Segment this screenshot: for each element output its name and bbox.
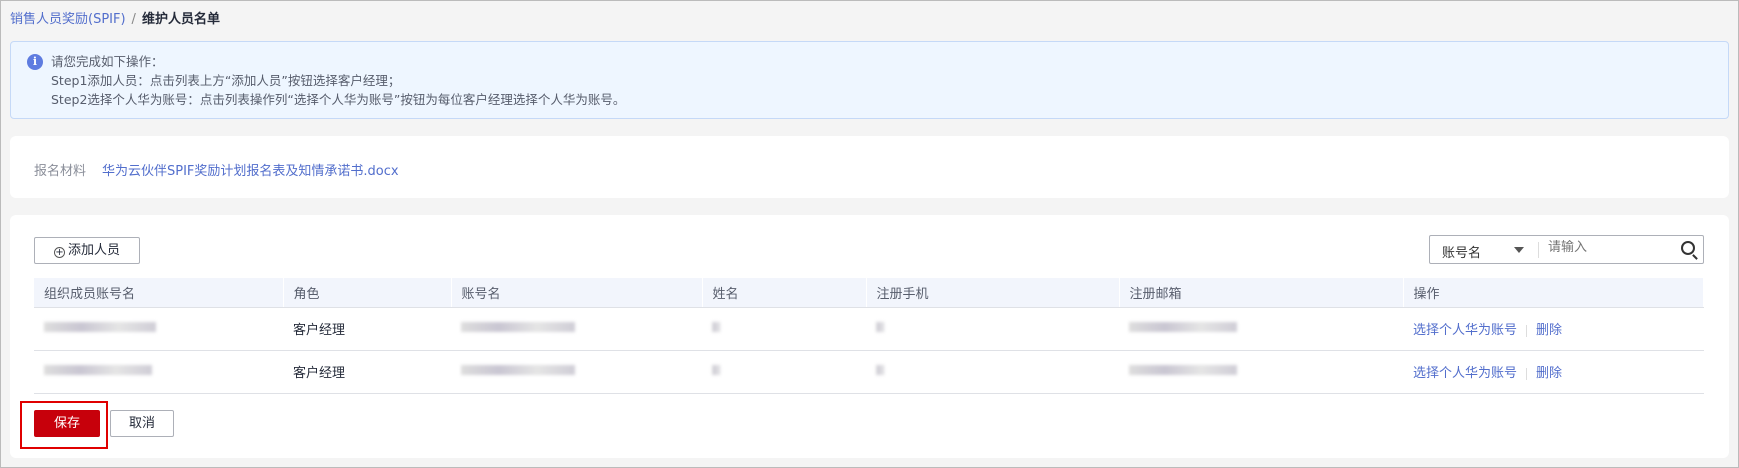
search-box: 账号名 xyxy=(1429,235,1704,264)
info-icon: i xyxy=(27,54,43,70)
redacted-value xyxy=(1129,365,1237,375)
info-line: Step2选择个人华为账号：点击列表操作列“选择个人华为账号”按钮为每位客户经理… xyxy=(51,92,626,107)
plus-circle-icon: + xyxy=(53,247,65,258)
materials-card: 报名材料 华为云伙伴SPIF奖励计划报名表及知情承诺书.docx xyxy=(10,136,1729,198)
info-line: Step1添加人员：点击列表上方“添加人员”按钮选择客户经理； xyxy=(51,73,401,88)
save-button[interactable]: 保存 xyxy=(34,410,100,437)
column-header: 操作 xyxy=(1403,278,1704,308)
redacted-value xyxy=(1129,322,1237,332)
info-alert: i 请您完成如下操作： Step1添加人员：点击列表上方“添加人员”按钮选择客户… xyxy=(10,41,1729,119)
redacted-value xyxy=(461,322,575,332)
materials-file-link[interactable]: 华为云伙伴SPIF奖励计划报名表及知情承诺书.docx xyxy=(102,160,399,179)
materials-label: 报名材料 xyxy=(34,164,87,179)
delete-link[interactable]: 删除 xyxy=(1536,366,1562,381)
redacted-value xyxy=(44,365,152,375)
breadcrumb: 销售人员奖励(SPIF) / 维护人员名单 xyxy=(10,8,220,27)
breadcrumb-current: 维护人员名单 xyxy=(141,12,220,27)
column-header: 注册邮箱 xyxy=(1119,278,1404,308)
table-row: 客户经理 选择个人华为账号 删除 xyxy=(34,350,1704,394)
add-member-button[interactable]: + 添加人员 xyxy=(34,237,140,264)
cancel-button[interactable]: 取消 xyxy=(110,410,174,437)
column-header: 角色 xyxy=(283,278,452,308)
select-account-link[interactable]: 选择个人华为账号 xyxy=(1413,366,1517,381)
table-row: 客户经理 选择个人华为账号 删除 xyxy=(34,307,1704,351)
redacted-value xyxy=(461,365,575,375)
role-cell: 客户经理 xyxy=(283,350,451,394)
redacted-value xyxy=(712,322,720,332)
redacted-value xyxy=(44,322,156,332)
delete-link[interactable]: 删除 xyxy=(1536,323,1562,338)
column-header: 姓名 xyxy=(702,278,867,308)
column-header: 组织成员账号名 xyxy=(34,278,284,308)
members-table: 组织成员账号名 角色 账号名 姓名 注册手机 注册邮箱 操作 客户经理 选择个人… xyxy=(34,278,1704,394)
redacted-value xyxy=(876,322,884,332)
redacted-value xyxy=(712,365,720,375)
divider xyxy=(1538,242,1539,258)
breadcrumb-parent-link[interactable]: 销售人员奖励(SPIF) xyxy=(10,12,126,27)
chevron-down-icon[interactable] xyxy=(1514,247,1524,253)
column-header: 账号名 xyxy=(451,278,703,308)
redacted-value xyxy=(876,365,884,375)
divider xyxy=(1526,324,1528,337)
breadcrumb-separator: / xyxy=(131,12,136,27)
role-cell: 客户经理 xyxy=(283,307,451,351)
add-member-label: 添加人员 xyxy=(67,243,120,258)
search-field-select[interactable]: 账号名 xyxy=(1442,242,1481,261)
select-account-link[interactable]: 选择个人华为账号 xyxy=(1413,323,1517,338)
info-line: 请您完成如下操作： xyxy=(51,54,164,69)
search-icon[interactable] xyxy=(1681,241,1695,255)
divider xyxy=(1526,367,1528,380)
column-header: 注册手机 xyxy=(866,278,1120,308)
search-input[interactable] xyxy=(1548,240,1668,255)
